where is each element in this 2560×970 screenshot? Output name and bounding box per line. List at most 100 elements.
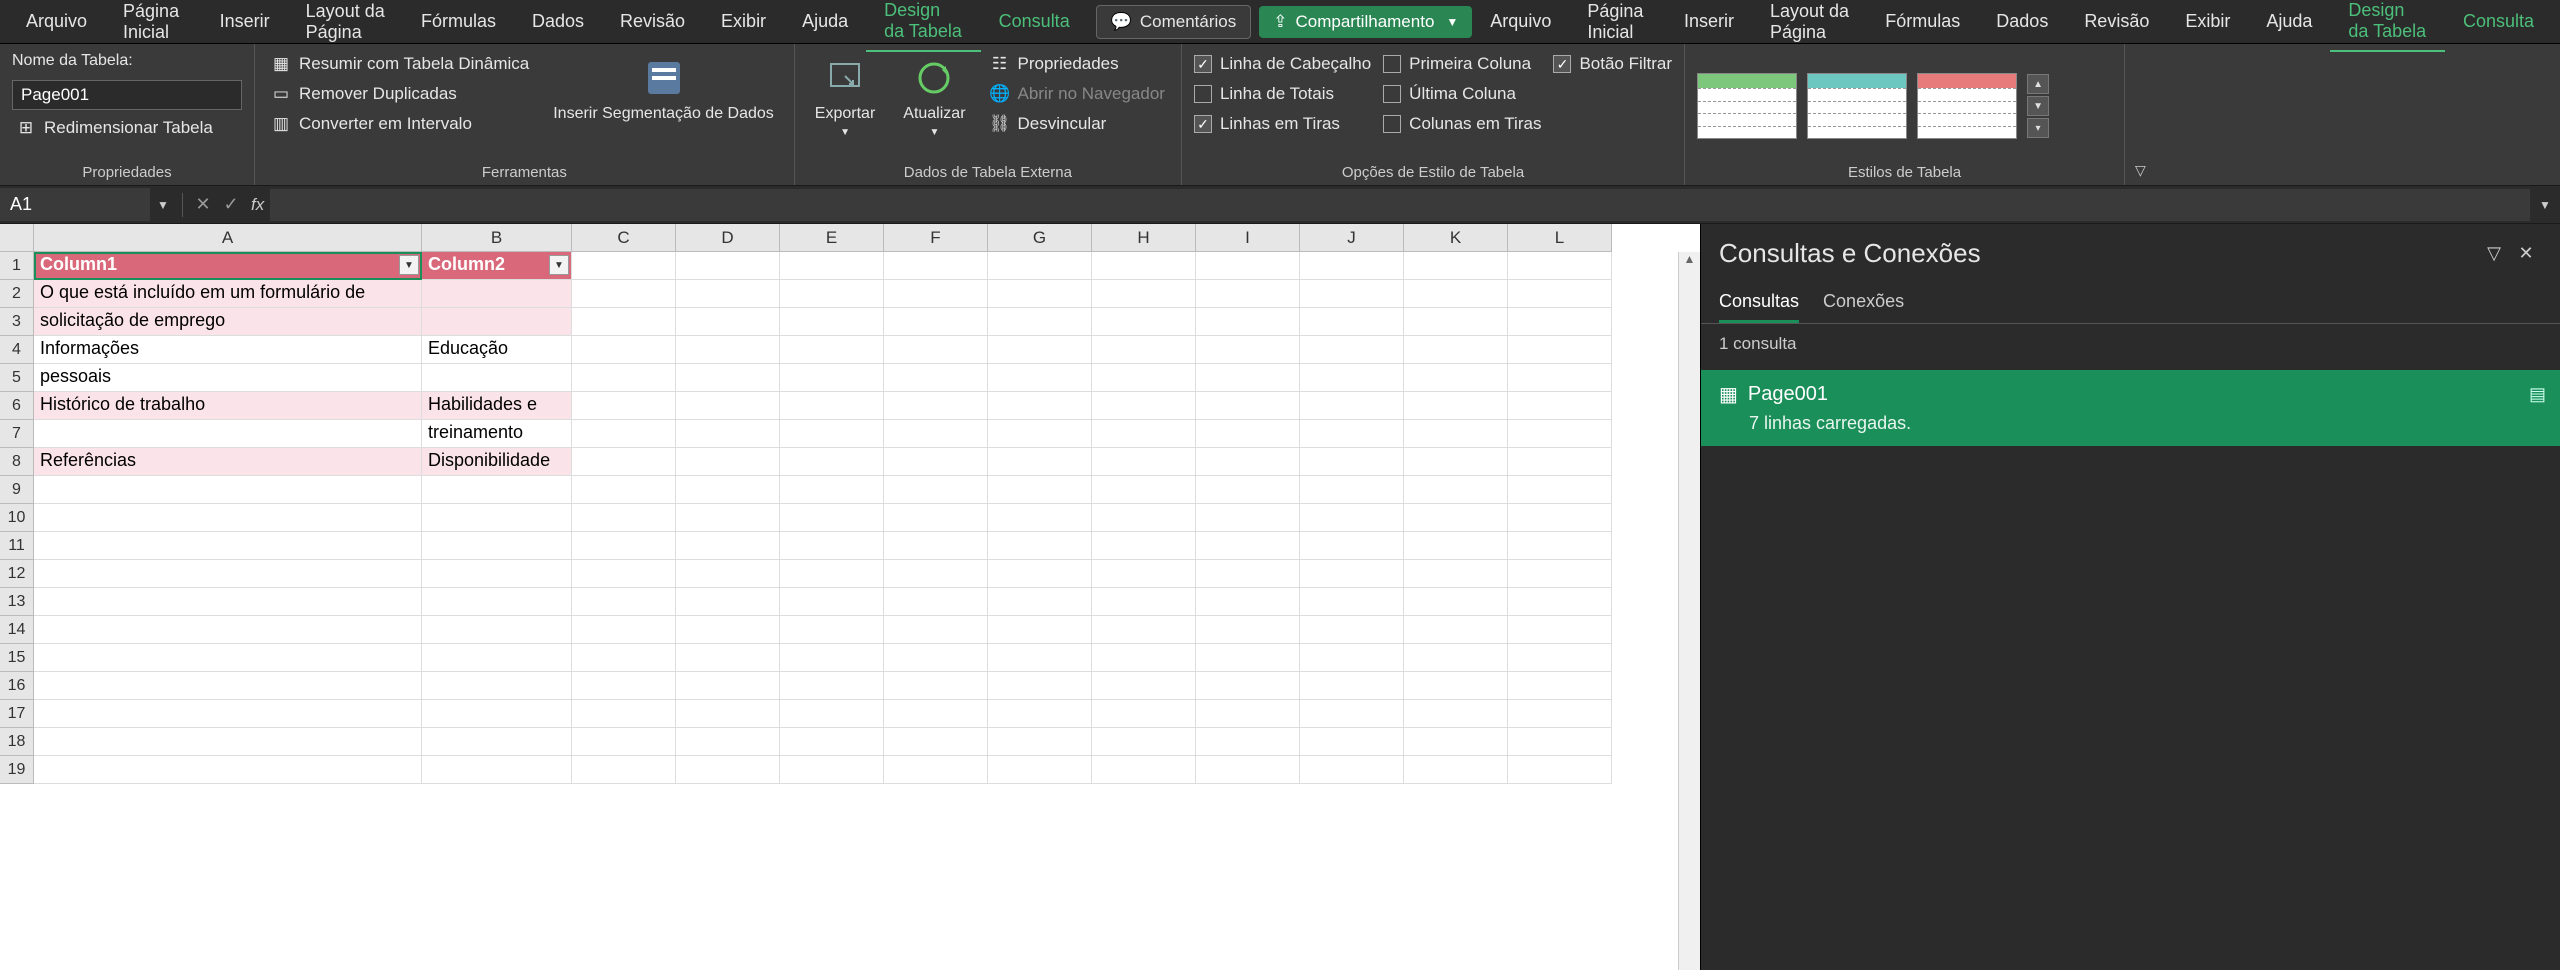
cell-G12[interactable] xyxy=(988,560,1092,588)
cell-A1[interactable]: Column1▼ xyxy=(34,252,422,280)
cell-I14[interactable] xyxy=(1196,616,1300,644)
cell-D16[interactable] xyxy=(676,672,780,700)
row-header-5[interactable]: 5 xyxy=(0,364,34,392)
panel-close-button[interactable]: ✕ xyxy=(2510,243,2542,264)
row-header-13[interactable]: 13 xyxy=(0,588,34,616)
menu-inserir[interactable]: Inserir xyxy=(1666,3,1752,40)
filter-dropdown[interactable]: ▼ xyxy=(399,255,419,275)
cell-C6[interactable] xyxy=(572,392,676,420)
cell-B18[interactable] xyxy=(422,728,572,756)
cell-L15[interactable] xyxy=(1508,644,1612,672)
col-header-G[interactable]: G xyxy=(988,224,1092,252)
gallery-up-button[interactable]: ▲ xyxy=(2027,74,2049,94)
cell-H2[interactable] xyxy=(1092,280,1196,308)
menu-exibir[interactable]: Exibir xyxy=(2167,3,2248,40)
query-item[interactable]: ▦ Page001 7 linhas carregadas. ▤ xyxy=(1701,370,2560,446)
cell-A2[interactable]: O que está incluído em um formulário de xyxy=(34,280,422,308)
cell-J10[interactable] xyxy=(1300,504,1404,532)
cell-H19[interactable] xyxy=(1092,756,1196,784)
menu-inserir[interactable]: Inserir xyxy=(202,3,288,40)
cell-J18[interactable] xyxy=(1300,728,1404,756)
cell-I17[interactable] xyxy=(1196,700,1300,728)
accept-formula-button[interactable]: ✓ xyxy=(217,194,245,215)
cell-L6[interactable] xyxy=(1508,392,1612,420)
cell-K1[interactable] xyxy=(1404,252,1508,280)
cell-K10[interactable] xyxy=(1404,504,1508,532)
cell-F17[interactable] xyxy=(884,700,988,728)
cancel-formula-button[interactable]: ✕ xyxy=(189,194,217,215)
cell-L8[interactable] xyxy=(1508,448,1612,476)
cell-K4[interactable] xyxy=(1404,336,1508,364)
checkbox-first_col[interactable]: Primeira Coluna xyxy=(1383,52,1541,76)
cell-I9[interactable] xyxy=(1196,476,1300,504)
cell-H18[interactable] xyxy=(1092,728,1196,756)
cell-A13[interactable] xyxy=(34,588,422,616)
cell-J4[interactable] xyxy=(1300,336,1404,364)
cell-D17[interactable] xyxy=(676,700,780,728)
cell-F15[interactable] xyxy=(884,644,988,672)
cell-L16[interactable] xyxy=(1508,672,1612,700)
cell-F8[interactable] xyxy=(884,448,988,476)
cell-G8[interactable] xyxy=(988,448,1092,476)
cell-B2[interactable] xyxy=(422,280,572,308)
cell-E14[interactable] xyxy=(780,616,884,644)
menu-layout-da-p-gina[interactable]: Layout da Página xyxy=(288,0,403,51)
cell-I8[interactable] xyxy=(1196,448,1300,476)
checkbox-filter_btn[interactable]: ✓Botão Filtrar xyxy=(1553,52,1672,76)
cell-D1[interactable] xyxy=(676,252,780,280)
cell-H13[interactable] xyxy=(1092,588,1196,616)
cell-E17[interactable] xyxy=(780,700,884,728)
cell-J6[interactable] xyxy=(1300,392,1404,420)
cell-J5[interactable] xyxy=(1300,364,1404,392)
cell-B12[interactable] xyxy=(422,560,572,588)
cell-G5[interactable] xyxy=(988,364,1092,392)
cell-D13[interactable] xyxy=(676,588,780,616)
cell-L5[interactable] xyxy=(1508,364,1612,392)
cell-D12[interactable] xyxy=(676,560,780,588)
menu-p-gina-inicial[interactable]: Página Inicial xyxy=(105,0,202,51)
cell-D7[interactable] xyxy=(676,420,780,448)
cell-L17[interactable] xyxy=(1508,700,1612,728)
cell-E9[interactable] xyxy=(780,476,884,504)
row-header-16[interactable]: 16 xyxy=(0,672,34,700)
cell-A14[interactable] xyxy=(34,616,422,644)
cell-L3[interactable] xyxy=(1508,308,1612,336)
cell-E13[interactable] xyxy=(780,588,884,616)
cell-A8[interactable]: Referências xyxy=(34,448,422,476)
cell-H1[interactable] xyxy=(1092,252,1196,280)
cell-J3[interactable] xyxy=(1300,308,1404,336)
cell-E19[interactable] xyxy=(780,756,884,784)
cell-C1[interactable] xyxy=(572,252,676,280)
cell-G13[interactable] xyxy=(988,588,1092,616)
cell-C12[interactable] xyxy=(572,560,676,588)
row-header-12[interactable]: 12 xyxy=(0,560,34,588)
scroll-up-icon[interactable]: ▲ xyxy=(1679,252,1700,266)
cell-C17[interactable] xyxy=(572,700,676,728)
cell-G17[interactable] xyxy=(988,700,1092,728)
gallery-more-button[interactable]: ▾ xyxy=(2027,118,2049,138)
cell-D9[interactable] xyxy=(676,476,780,504)
cell-K2[interactable] xyxy=(1404,280,1508,308)
row-header-1[interactable]: 1 xyxy=(0,252,34,280)
cell-L19[interactable] xyxy=(1508,756,1612,784)
menu-dados[interactable]: Dados xyxy=(1978,3,2066,40)
cell-K11[interactable] xyxy=(1404,532,1508,560)
menu-página-inicial[interactable]: Página Inicial xyxy=(1569,0,1666,51)
cell-A4[interactable]: Informações xyxy=(34,336,422,364)
cell-E18[interactable] xyxy=(780,728,884,756)
cell-F3[interactable] xyxy=(884,308,988,336)
cell-J19[interactable] xyxy=(1300,756,1404,784)
cell-A19[interactable] xyxy=(34,756,422,784)
cell-F11[interactable] xyxy=(884,532,988,560)
pivot-table-button[interactable]: ▦Resumir com Tabela Dinâmica xyxy=(267,52,533,76)
col-header-A[interactable]: A xyxy=(34,224,422,252)
cell-H8[interactable] xyxy=(1092,448,1196,476)
cell-B1[interactable]: Column2▼ xyxy=(422,252,572,280)
cell-J7[interactable] xyxy=(1300,420,1404,448)
cell-C15[interactable] xyxy=(572,644,676,672)
col-header-J[interactable]: J xyxy=(1300,224,1404,252)
cell-L9[interactable] xyxy=(1508,476,1612,504)
col-header-H[interactable]: H xyxy=(1092,224,1196,252)
cell-G6[interactable] xyxy=(988,392,1092,420)
checkbox-banded_rows[interactable]: ✓Linhas em Tiras xyxy=(1194,112,1371,136)
